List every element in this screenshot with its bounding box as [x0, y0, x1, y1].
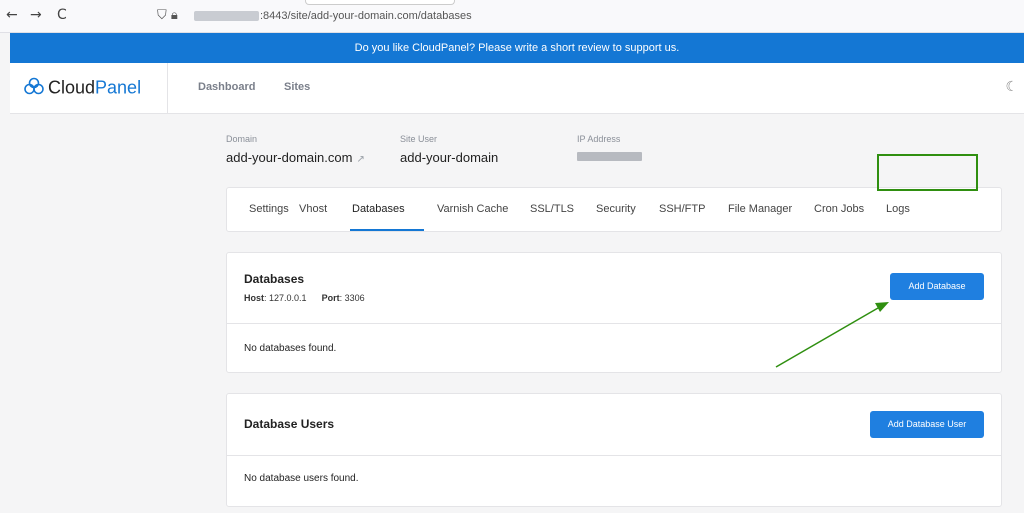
domain-label: Domain — [226, 134, 258, 144]
browser-tab[interactable] — [305, 0, 455, 5]
tab-cron-jobs[interactable]: Cron Jobs — [814, 203, 864, 215]
connection-info: Host: 127.0.0.1 Port: 3306 — [244, 293, 365, 303]
port-label: Port — [321, 293, 340, 303]
tab-varnish-cache[interactable]: Varnish Cache — [437, 203, 508, 215]
shield-lock-icon: ⛉ 🔒︎ — [157, 8, 178, 23]
forward-arrow-icon[interactable]: → — [30, 7, 42, 23]
tab-settings[interactable]: Settings — [249, 203, 289, 215]
review-banner[interactable]: Do you like CloudPanel? Please write a s… — [10, 33, 1024, 63]
host-label: Host — [244, 293, 264, 303]
redacted-ip-address — [577, 152, 642, 161]
address-bar[interactable]: :8443/site/add-your-domain.com/databases — [194, 10, 472, 22]
ip-address-label: IP Address — [577, 134, 621, 144]
databases-card: Databases Host: 127.0.0.1 Port: 3306 Add… — [226, 252, 1002, 373]
redacted-host — [194, 11, 259, 22]
card-divider — [227, 323, 1001, 324]
active-tab-indicator — [350, 229, 424, 231]
tab-ssh-ftp[interactable]: SSH/FTP — [659, 203, 705, 215]
site-user-value: add-your-domain — [400, 150, 499, 165]
database-users-card: Database Users Add Database User No data… — [226, 393, 1002, 507]
domain-value[interactable]: add-your-domain.com ↗ — [226, 150, 365, 165]
no-databases-text: No databases found. — [244, 343, 337, 354]
no-database-users-text: No database users found. — [244, 473, 359, 484]
dark-mode-moon-icon[interactable]: ☾ — [1005, 79, 1018, 95]
database-users-title: Database Users — [244, 417, 335, 431]
tab-file-manager[interactable]: File Manager — [728, 203, 792, 215]
host-value: 127.0.0.1 — [269, 293, 307, 303]
header-divider — [167, 63, 168, 113]
tab-logs[interactable]: Logs — [886, 203, 910, 215]
databases-title: Databases — [244, 272, 305, 286]
site-tabs: Settings Vhost Databases Varnish Cache S… — [226, 187, 1002, 232]
app-header: CloudPanel Dashboard Sites ☾ — [10, 63, 1024, 114]
url-path: :8443/site/add-your-domain.com/databases — [260, 10, 472, 22]
tab-databases[interactable]: Databases — [352, 203, 405, 215]
annotation-highlight-box — [877, 154, 978, 191]
site-user-label: Site User — [400, 134, 438, 144]
add-database-button[interactable]: Add Database — [890, 273, 984, 300]
add-database-user-button[interactable]: Add Database User — [870, 411, 984, 438]
tab-vhost[interactable]: Vhost — [299, 203, 327, 215]
cloudpanel-logo[interactable]: CloudPanel — [24, 77, 141, 100]
domain-text: add-your-domain.com — [226, 150, 353, 165]
external-link-icon[interactable]: ↗ — [356, 154, 364, 165]
main-content: Domain add-your-domain.com ↗ Site User ad… — [10, 114, 1024, 513]
tab-security[interactable]: Security — [596, 203, 636, 215]
reload-icon[interactable]: C — [57, 7, 67, 23]
port-value: 3306 — [344, 293, 365, 303]
logo-text-cloud: Cloud — [48, 77, 96, 98]
card-divider — [227, 455, 1001, 456]
logo-text-panel: Panel — [95, 77, 142, 98]
nav-sites[interactable]: Sites — [284, 81, 310, 93]
tab-ssl-tls[interactable]: SSL/TLS — [530, 203, 574, 215]
nav-dashboard[interactable]: Dashboard — [198, 81, 255, 93]
browser-toolbar: ← → C ⛉ 🔒︎ :8443/site/add-your-domain.co… — [0, 0, 1024, 33]
cloud-logo-icon — [24, 77, 44, 100]
back-arrow-icon[interactable]: ← — [6, 7, 18, 23]
